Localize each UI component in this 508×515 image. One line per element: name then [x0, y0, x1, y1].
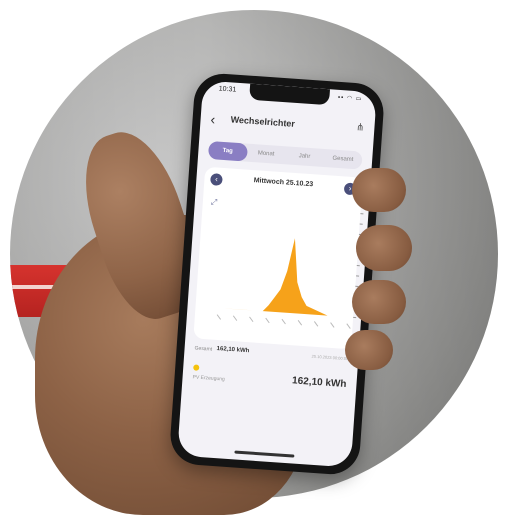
y-tick: [353, 316, 357, 319]
source-row: PV Erzeugung 162,10 kWh: [192, 364, 347, 399]
sun-icon: [193, 364, 200, 371]
tab-gesamt[interactable]: Gesamt: [323, 149, 363, 170]
chart-plot: [216, 213, 364, 329]
source-value: 162,10 kWh: [291, 375, 347, 391]
tab-monat[interactable]: Monat: [246, 144, 286, 165]
page-title: Wechselrichter: [230, 114, 296, 129]
share-icon[interactable]: ⋔: [356, 122, 365, 134]
y-tick: [356, 275, 360, 277]
x-tick: [232, 315, 238, 321]
home-indicator: [234, 450, 295, 458]
summary-row: Gesamt 162,10 kWh 25.10.2023 00:00:00: [194, 344, 348, 367]
production-chart: [216, 213, 364, 329]
status-icons: ▪▪ ◠ ▭: [337, 94, 363, 103]
summary-value: 162,10 kWh: [216, 345, 250, 355]
hand-finger-2: [356, 225, 412, 271]
x-tick: [249, 316, 254, 323]
nav-bar: ‹ Wechselrichter ⋔: [210, 109, 365, 144]
chevron-left-icon[interactable]: ‹: [210, 111, 216, 127]
x-tick: [216, 314, 222, 320]
hand-finger-1: [352, 168, 406, 212]
hand-finger-3: [352, 280, 406, 324]
production-series-area: [219, 238, 350, 318]
y-tick: [360, 213, 364, 215]
hand-finger-4: [345, 330, 393, 370]
x-tick: [346, 323, 351, 329]
date-label: Mittwoch 25.10.23: [253, 177, 314, 189]
summary-label: Gesamt: [194, 345, 213, 353]
x-tick: [330, 322, 335, 328]
status-time: 10:31: [218, 85, 237, 94]
smartphone: 10:31 ▪▪ ◠ ▭ ‹ Wechselrichter ⋔ Tag Mona…: [168, 71, 386, 477]
notch: [249, 83, 331, 106]
source-label: PV Erzeugung: [192, 374, 225, 383]
tab-jahr[interactable]: Jahr: [285, 146, 325, 167]
chart-card: ‹ Mittwoch 25.10.23 › ⤢: [193, 166, 364, 350]
summary-timestamp: 25.10.2023 00:00:00: [311, 353, 349, 362]
x-tick: [281, 318, 286, 325]
x-tick: [297, 319, 303, 326]
x-tick: [265, 317, 270, 324]
phone-screen: 10:31 ▪▪ ◠ ▭ ‹ Wechselrichter ⋔ Tag Mona…: [177, 80, 377, 468]
y-tick: [356, 265, 360, 267]
y-tick: [359, 223, 363, 225]
period-segmented-control: Tag Monat Jahr Gesamt: [207, 140, 363, 170]
tab-tag[interactable]: Tag: [207, 140, 248, 162]
x-tick: [313, 321, 319, 327]
